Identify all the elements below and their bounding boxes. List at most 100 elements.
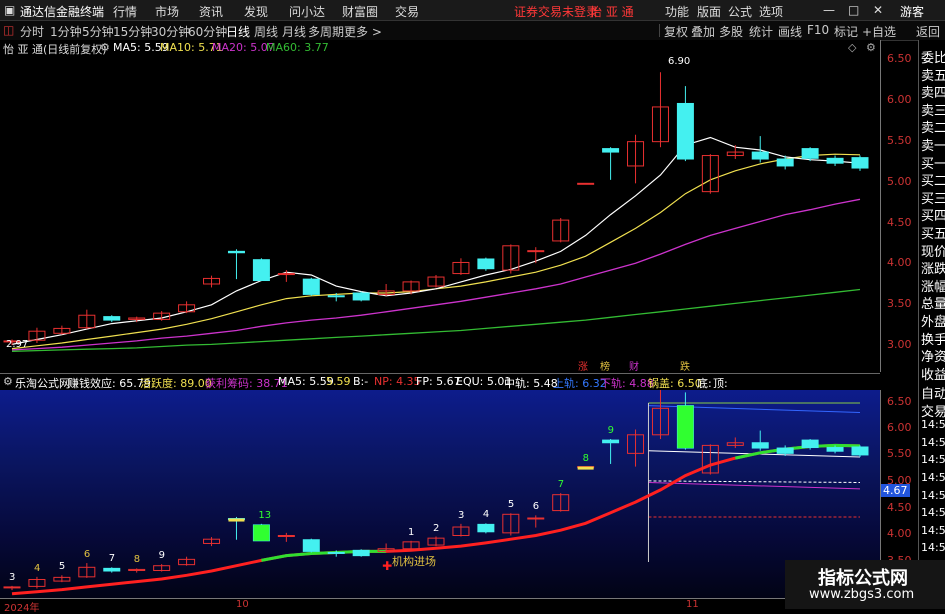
count-label: 8: [582, 452, 590, 464]
menu-bar: ▣ 通达信金融终端 行情 市场 资讯 发现 问小达 财富圈 交易 证券交易未登录…: [0, 0, 945, 21]
axis-tick: 3.50: [887, 297, 912, 310]
lower-band-line: [648, 482, 861, 490]
close-icon[interactable]: ✕: [873, 3, 883, 17]
candle-body: [327, 295, 345, 298]
candle-body: [851, 446, 869, 456]
sub-legend-item: 获利筹码: 38.71: [205, 377, 288, 390]
menu-caifuquan[interactable]: 财富圈: [342, 3, 378, 20]
quote-field-label: 卖一: [921, 139, 945, 154]
quote-field-label: 换手: [921, 332, 945, 348]
marker-die[interactable]: 跌: [680, 358, 690, 373]
count-label: 9: [158, 550, 166, 562]
time-label: 自动: [921, 387, 945, 402]
quote-field-label: 买三: [921, 191, 945, 207]
sub-legend-item: 顶:: [713, 377, 728, 390]
candle-body: [103, 567, 121, 572]
date-label: 10: [236, 599, 249, 610]
tool-zixuan[interactable]: +自选: [862, 23, 896, 40]
period-more[interactable]: 更多 >: [344, 23, 382, 40]
period-monthly[interactable]: 月线: [282, 23, 306, 40]
menu-jiaoyi[interactable]: 交易: [395, 3, 419, 20]
count-label: 8: [133, 554, 141, 566]
trade-login-warning[interactable]: 证券交易未登录: [514, 3, 598, 20]
signal-jigou-jinchang: 机构进场: [392, 555, 436, 568]
indicator-chart[interactable]: ✚: [0, 390, 880, 598]
sub-legend-item: NP: 4.35: [374, 375, 421, 388]
sub-gear-icon[interactable]: ⚙: [3, 375, 13, 388]
period-5min[interactable]: 5分钟: [82, 23, 114, 40]
maximize-icon[interactable]: □: [848, 3, 859, 17]
sub-legend-item: 5.59: [326, 375, 351, 388]
menu-banmian[interactable]: 版面: [697, 3, 721, 20]
candle-body: [577, 182, 595, 185]
count-label: 5: [58, 561, 66, 573]
quote-field-label: 净资: [921, 350, 945, 366]
period-weekly[interactable]: 周线: [254, 23, 278, 40]
app-name: 通达信金融终端: [20, 5, 105, 19]
sub-legend-item: B:-: [353, 375, 369, 388]
menu-hangqing[interactable]: 行情: [113, 3, 137, 20]
marker-bang[interactable]: 榜: [600, 358, 610, 373]
quote-field-label: 总量: [921, 297, 945, 313]
marker-cai[interactable]: 财: [629, 358, 639, 373]
signal-body: [577, 466, 594, 470]
tool-huaxian[interactable]: 画线: [778, 23, 802, 40]
axis-tick: 6.00: [887, 421, 912, 434]
menu-wenxiaoda[interactable]: 问小达: [289, 3, 325, 20]
count-label: 6: [83, 549, 91, 561]
period-1min[interactable]: 1分钟: [50, 23, 82, 40]
period-fenshi[interactable]: 分时: [20, 23, 44, 40]
minimize-icon[interactable]: —: [823, 3, 835, 17]
candle-body: [776, 158, 794, 167]
count-label: 2: [433, 522, 440, 534]
period-15min[interactable]: 15分钟: [113, 23, 152, 40]
tool-fanhui[interactable]: 返回: [916, 23, 940, 40]
menu-zixun[interactable]: 资讯: [199, 3, 223, 20]
period-60min[interactable]: 60分钟: [188, 23, 227, 40]
count-label: 7: [557, 479, 565, 491]
menu-xuanxiang[interactable]: 选项: [759, 3, 783, 20]
menu-gongshi[interactable]: 公式: [728, 3, 752, 20]
app-logo-icon: ▣: [4, 3, 16, 17]
time-label: 14:56: [921, 453, 945, 467]
period-30min[interactable]: 30分钟: [151, 23, 190, 40]
time-label: 14:56: [921, 471, 945, 484]
quote-field-label: 外盘: [921, 315, 945, 330]
candle-body: [103, 316, 121, 321]
guest-user[interactable]: 游客: [900, 3, 924, 20]
toolbar-box-icon[interactable]: ◫: [3, 23, 14, 37]
ma5-line: [11, 136, 861, 345]
quote-field-label: 买四: [921, 209, 945, 225]
tool-diejia[interactable]: 叠加: [691, 23, 715, 40]
candle-body: [851, 157, 869, 169]
candle-body: [826, 447, 844, 452]
period-toolbar: ◫ 分时 1分钟 5分钟 15分钟 30分钟 60分钟 日线 周线 月线 多周期…: [0, 21, 945, 41]
tool-duogu[interactable]: 多股: [719, 23, 743, 40]
sub-indicator-panel[interactable]: ✚ 机构进场 3 4 5 6 7 8 9 13 1 2 3 4 5 6 7 8 9: [0, 390, 880, 598]
time-label: 14:56: [921, 506, 945, 520]
quote-field-label: 卖四: [921, 86, 945, 102]
count-label: 3: [457, 509, 465, 521]
menu-shichang[interactable]: 市场: [155, 3, 179, 20]
trend-line-red: [11, 443, 861, 596]
tool-f10[interactable]: F10: [807, 23, 829, 37]
tool-tongji[interactable]: 统计: [749, 23, 773, 40]
marker-zhang[interactable]: 涨: [578, 358, 588, 373]
quote-field-label: 卖二: [921, 121, 945, 137]
period-daily[interactable]: 日线: [226, 23, 250, 40]
candle-body: [527, 250, 545, 253]
tool-biaoji[interactable]: 标记: [834, 23, 858, 40]
sub-indicator-name: 乐淘公式网: [15, 377, 70, 390]
quote-side-panel: 委比 卖五 卖四 卖三 卖二 卖一 买一 买二 买三 买四 买五 现价 涨跌 涨幅 总量 外盘 换手 净资 收益 自动…: [918, 40, 945, 609]
time-label: 交易: [921, 404, 945, 420]
candle-body: [227, 250, 245, 254]
menu-gongneng[interactable]: 功能: [665, 3, 689, 20]
main-kline-panel[interactable]: 怡 亚 通(日线前复权) ⚙ MA5: 5.59 MA10: 5.71 MA20…: [0, 40, 880, 373]
period-multi[interactable]: 多周期: [308, 23, 344, 40]
quote-field-label: 买二: [921, 174, 945, 190]
time-label: 14:56: [921, 418, 945, 432]
tool-fuquan[interactable]: 复权: [664, 23, 688, 40]
main-price-axis: 6.50 6.00 5.50 5.00 4.50 4.00 3.50 3.00: [880, 40, 919, 372]
kline-chart[interactable]: [0, 40, 880, 372]
menu-faxian[interactable]: 发现: [244, 3, 268, 20]
